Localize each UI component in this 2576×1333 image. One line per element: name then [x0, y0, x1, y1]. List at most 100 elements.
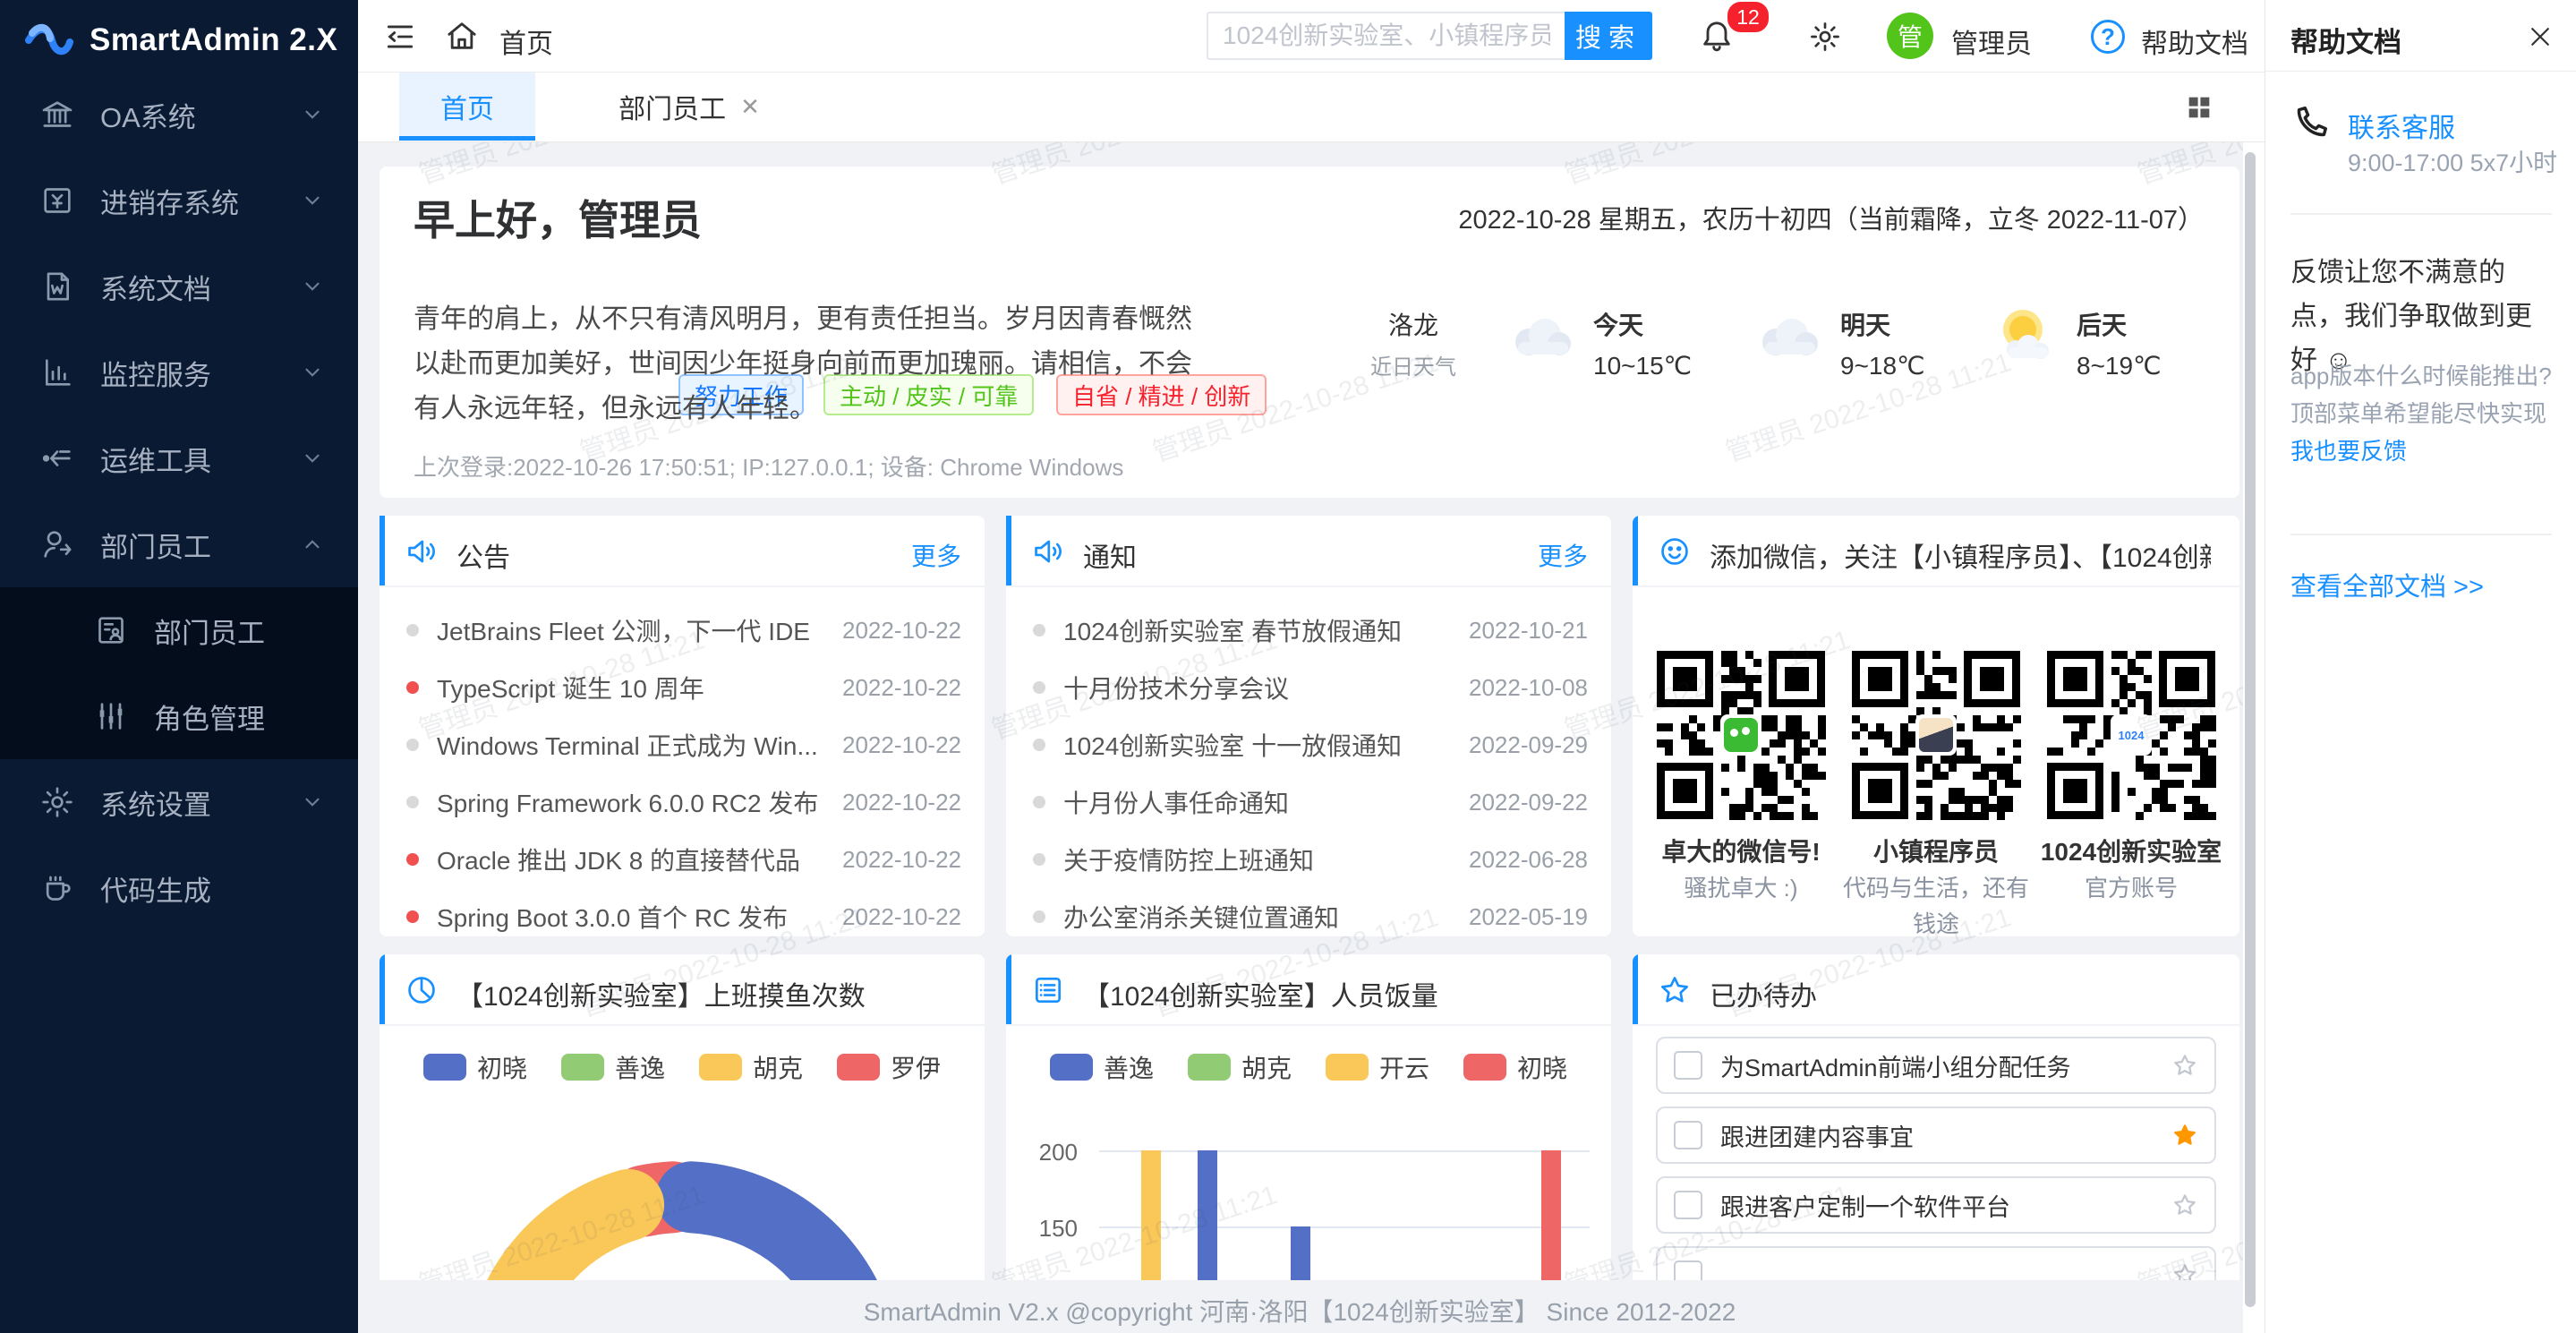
gear-icon[interactable]: [1808, 20, 1842, 54]
legend-item[interactable]: 罗伊: [837, 1049, 941, 1085]
qrcode-town-programmer: [1851, 650, 2021, 820]
sidebar-subitem-label: 角色管理: [154, 696, 265, 737]
phone-icon: [2290, 102, 2332, 143]
feedback-item[interactable]: 顶部菜单希望能尽快实现: [2290, 396, 2546, 429]
speaker-icon: [1031, 534, 1065, 568]
home-icon[interactable]: [444, 18, 480, 54]
sidebar-item-oa[interactable]: OA系统: [0, 72, 358, 158]
feedback-link[interactable]: 我也要反馈: [2290, 433, 2407, 466]
announcement-row[interactable]: Oracle 推出 JDK 8 的直接替代品2022-10-22: [380, 831, 985, 888]
todo-checkbox[interactable]: [1674, 1191, 1702, 1219]
sidebar-item-employees[interactable]: 部门员工: [0, 501, 358, 587]
tab-bar: 首页 部门员工 ✕: [358, 73, 2265, 142]
close-icon[interactable]: [2527, 23, 2554, 50]
sidebar-subitem-dept-employees[interactable]: 部门员工: [0, 587, 358, 673]
sidebar-item-settings[interactable]: 系统设置: [0, 759, 358, 845]
notice-card: 通知 更多 1024创新实验室 春节放假通知2022-10-21 十月份技术分享…: [1006, 516, 1611, 936]
main-scrollbar[interactable]: [2245, 152, 2256, 1307]
sidebar-subitem-roles[interactable]: 角色管理: [0, 673, 358, 759]
sidebar-item-monitor[interactable]: 监控服务: [0, 329, 358, 415]
tab-dept-employees[interactable]: 部门员工 ✕: [591, 73, 788, 141]
avatar[interactable]: 管: [1887, 13, 1933, 59]
announcement-row[interactable]: Windows Terminal 正式成为 Win...2022-10-22: [380, 716, 985, 773]
todo-checkbox[interactable]: [1674, 1121, 1702, 1149]
announcement-text: JetBrains Fleet 公测，下一代 IDE: [437, 612, 828, 648]
notice-text: 关于疫情防控上班通知: [1063, 842, 1454, 877]
username-label[interactable]: 管理员: [1951, 21, 2032, 61]
search-input[interactable]: [1207, 12, 1566, 60]
smiley-icon: [1658, 534, 1692, 568]
legend-item[interactable]: 胡克: [699, 1049, 803, 1085]
status-dot: [1033, 796, 1045, 808]
announcement-date: 2022-10-22: [842, 789, 961, 816]
more-link[interactable]: 更多: [911, 537, 961, 573]
announcement-row[interactable]: TypeScript 诞生 10 周年2022-10-22: [380, 659, 985, 716]
favorite-star-icon[interactable]: [2171, 1052, 2198, 1079]
meal-chart-card: 【1024创新实验室】人员饭量 善逸胡克开云初晓 200 150: [1006, 954, 1611, 1333]
notice-row[interactable]: 十月份人事任命通知2022-09-22: [1006, 773, 1611, 831]
tab-home[interactable]: 首页: [399, 73, 535, 141]
smartadmin-logo-icon: [23, 21, 73, 60]
legend-label: 胡克: [753, 1049, 803, 1085]
sidebar-item-codegen[interactable]: 代码生成: [0, 845, 358, 931]
weather-city-sub: 近日天气: [1364, 349, 1463, 380]
fish-chart-card: 【1024创新实验室】上班摸鱼次数 初晓善逸 胡克罗伊: [380, 954, 985, 1333]
sidebar: SmartAdmin 2.X OA系统 进销存系统 系统文档 监控服务 运维工具…: [0, 0, 358, 1333]
legend-swatch: [837, 1054, 880, 1081]
sidebar-item-docs[interactable]: 系统文档: [0, 244, 358, 329]
announcement-row[interactable]: Spring Framework 6.0.0 RC2 发布 2022-10-22: [380, 773, 985, 831]
sidebar-item-inventory[interactable]: 进销存系统: [0, 158, 358, 244]
sidebar-item-label: 系统设置: [100, 782, 211, 823]
todo-row[interactable]: 跟进团建内容事宜: [1656, 1107, 2216, 1164]
card-accent-bar: [380, 954, 385, 1024]
help-doc-link[interactable]: 帮助文档: [2141, 21, 2248, 61]
contact-hours: 9:00-17:00 5x7小时: [2348, 143, 2557, 178]
wechat-card-header: 添加微信，关注【小镇程序员】、【1024创新实验室】: [1633, 516, 2239, 587]
announcement-text: Spring Framework 6.0.0 RC2 发布: [437, 784, 828, 820]
todo-checkbox[interactable]: [1674, 1051, 1702, 1080]
tab-close-icon[interactable]: ✕: [740, 93, 760, 121]
qrcode-zhuoda: [1656, 650, 1826, 820]
favorite-star-icon[interactable]: [2171, 1122, 2198, 1149]
view-all-docs-link[interactable]: 查看全部文档 >>: [2290, 566, 2484, 603]
help-question-icon[interactable]: ?: [2091, 20, 2125, 54]
status-dot: [1033, 910, 1045, 923]
layout-grid-icon[interactable]: [2184, 92, 2214, 123]
favorite-star-icon[interactable]: [2171, 1192, 2198, 1218]
announcement-text: Windows Terminal 正式成为 Win...: [437, 727, 828, 763]
legend-item[interactable]: 初晓: [423, 1049, 527, 1085]
more-link[interactable]: 更多: [1538, 537, 1588, 573]
legend-item[interactable]: 善逸: [561, 1049, 665, 1085]
greeting-title: 早上好，管理员: [414, 188, 702, 247]
todo-row[interactable]: 跟进客户定制一个软件平台: [1656, 1176, 2216, 1234]
qrcode-desc: 代码与生活，还有钱途: [1838, 870, 2034, 936]
sidebar-item-ops[interactable]: 运维工具: [0, 415, 358, 501]
weather-day-tomorrow: 明天 9~18℃: [1840, 306, 1925, 380]
document-icon: [39, 269, 75, 304]
app-logo[interactable]: SmartAdmin 2.X: [0, 0, 358, 81]
todo-row[interactable]: 为SmartAdmin前端小组分配任务: [1656, 1037, 2216, 1094]
id-card-icon: [93, 612, 129, 648]
status-dot: [406, 796, 419, 808]
contact-support-link[interactable]: 联系客服: [2348, 106, 2455, 145]
weather-day-temp: 9~18℃: [1840, 351, 1925, 380]
announcement-row[interactable]: Spring Boot 3.0.0 首个 RC 发布2022-10-22: [380, 888, 985, 945]
inventory-icon: [39, 183, 75, 218]
weather-day-today: 今天 10~15℃: [1593, 306, 1692, 380]
card-title: 【1024创新实验室】上班摸鱼次数: [456, 974, 866, 1013]
card-title: 通知: [1083, 535, 1137, 575]
notice-row[interactable]: 1024创新实验室 十一放假通知2022-09-29: [1006, 716, 1611, 773]
notice-date: 2022-10-08: [1469, 674, 1588, 702]
announcement-row[interactable]: JetBrains Fleet 公测，下一代 IDE2022-10-22: [380, 602, 985, 659]
notice-row[interactable]: 1024创新实验室 春节放假通知2022-10-21: [1006, 602, 1611, 659]
collapse-menu-icon[interactable]: [383, 20, 417, 54]
feedback-item[interactable]: app版本什么时候能推出?: [2290, 358, 2552, 391]
notice-row[interactable]: 办公室消杀关键位置通知2022-05-19: [1006, 888, 1611, 945]
chevron-down-icon: [301, 103, 324, 126]
notice-row[interactable]: 十月份技术分享会议2022-10-08: [1006, 659, 1611, 716]
search-button[interactable]: 搜索: [1565, 12, 1652, 60]
notice-row[interactable]: 关于疫情防控上班通知2022-06-28: [1006, 831, 1611, 888]
card-title: 添加微信，关注【小镇程序员】、【1024创新实验室】: [1710, 535, 2211, 575]
announcement-card-header: 公告 更多: [380, 516, 985, 587]
breadcrumb[interactable]: 首页: [499, 21, 553, 61]
